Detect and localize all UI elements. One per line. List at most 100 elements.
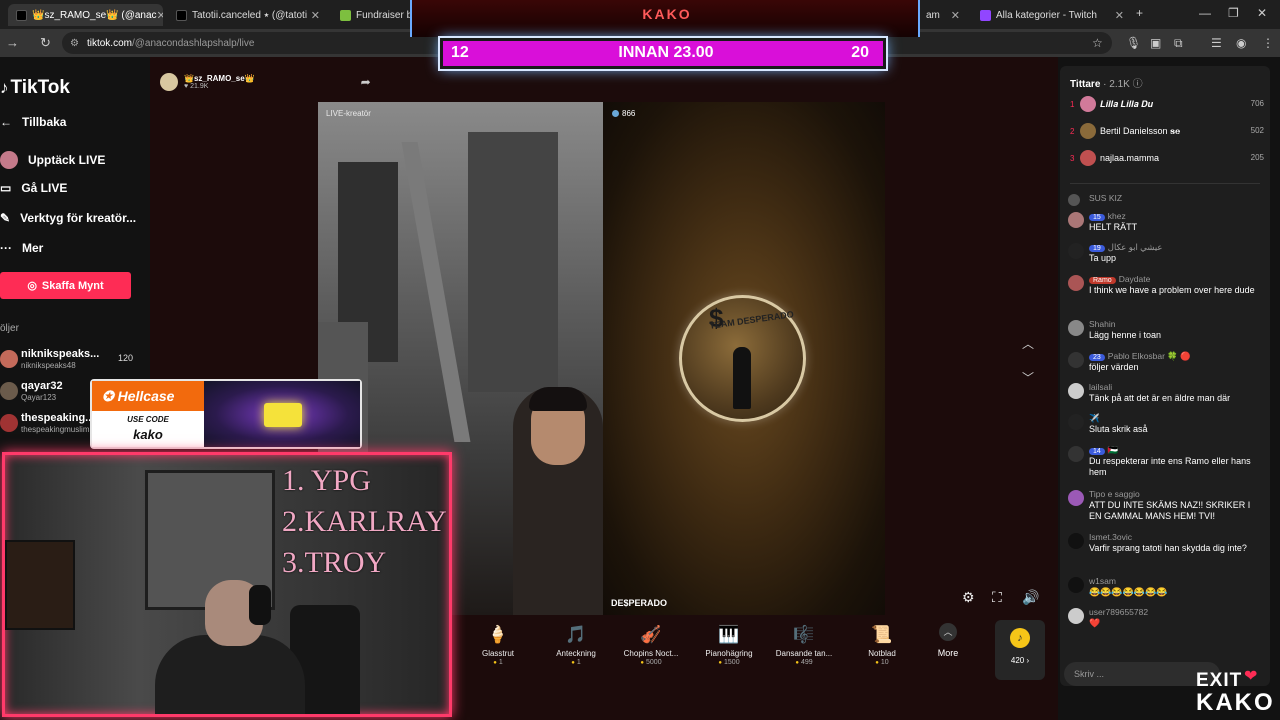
gift-item[interactable]: 🎻 Chopins Noct... 5000 [619,623,683,666]
heart-icon[interactable]: ❤ [1244,666,1257,686]
coin-balance-button[interactable]: ♪ 420 › [995,620,1045,680]
close-icon[interactable]: ✕ [951,9,960,22]
hellcase-ad: ✪ Hellcase USE CODE kako [90,379,362,449]
settings-icon[interactable]: ⚙ [962,589,975,606]
chat-username[interactable]: Shahin [1089,319,1115,329]
reload-icon[interactable]: ↻ [40,35,51,51]
sidebar-item-creator-tools[interactable]: ✎ Verktyg för kreatör... [0,211,136,225]
back-button[interactable]: ← Tillbaka [0,115,66,129]
tab-fundraiser[interactable]: Fundraiser by [332,4,412,26]
coin-balance: 420 › [1010,656,1030,665]
gift-name: Notblad [868,649,896,658]
fan-badge: 14 [1089,448,1105,455]
minimize-icon[interactable]: — [1199,6,1211,20]
gift-item[interactable]: 📜 Notblad 10 [850,623,914,666]
gift-item[interactable]: 🎼 Dansande tan... 499 [772,623,836,666]
reading-list-icon[interactable]: ☰ [1211,36,1222,50]
top-viewer[interactable]: 1 𝑳𝒊𝒍𝒍𝒂 𝑳𝒊𝒍𝒍𝒂 𝑫𝒖 706 [1070,96,1264,116]
opponent-video[interactable]: 866 $ TEAM DESPERADO DE$PERADO [603,102,885,615]
chat-username[interactable]: user789655782 [1089,607,1148,617]
figure [733,347,751,409]
url-path: /@anacondashlapshalp/live [131,37,255,49]
host-info[interactable]: 👑sz_RAMO_se👑 ♥ 21.9K ➦ [160,73,371,91]
viewer-name: Bertil Danielsson 𝐬𝐞 [1100,126,1181,136]
avatar [0,414,18,432]
avatar [160,73,178,91]
extensions-icon[interactable]: ⧉ [1174,36,1183,51]
street [401,142,471,442]
fan-badge: 23 [1089,354,1105,361]
mic-icon[interactable]: 🎙 [1126,36,1141,50]
gift-item[interactable]: 🍦 Glasstrut 1 [466,623,530,666]
volume-icon[interactable]: 🔊 [1022,589,1039,606]
gift-name: Anteckning [556,649,596,658]
gift-icon: 🎻 [640,625,662,644]
chat-username[interactable]: w1sam [1089,576,1116,586]
lightbulb-icon: ✎ [0,211,11,225]
sidebar-item-label: Verktyg för kreatör... [20,211,137,225]
avatar [0,151,18,169]
maximize-icon[interactable]: ❐ [1228,6,1239,20]
bookmark-star-icon[interactable]: ☆ [1092,36,1103,50]
chat-username[interactable]: 14 🇵🇸 [1089,445,1118,456]
info-icon[interactable]: ⓘ [1133,79,1143,90]
chat-username[interactable]: 23 Pablo Elkosbar 🍀 🔴 [1089,351,1191,362]
top-viewer[interactable]: 3 najlaa.mamma 205 [1070,150,1264,170]
gift-item[interactable]: 🎹 Pianohägring 1500 [697,623,761,666]
avatar [1068,490,1084,506]
chat-username[interactable]: ✈️ [1089,413,1100,424]
following-viewer-count: 120 [118,353,134,363]
chat-username[interactable]: lailsali [1089,382,1112,392]
tiktok-note-icon: ♪ [0,78,9,97]
tab-tatoti[interactable]: Tatotii.canceled ⭑ (@tatoti ✕ [168,4,328,26]
avatar [1068,608,1084,624]
chat-text: följer värden [1089,362,1139,372]
hellcase-use-code: USE CODE [127,415,169,424]
following-item[interactable]: niknikspeaks... niknikspeaks48 120 [0,347,145,375]
sidebar-item-go-live[interactable]: ▭ Gå LIVE [0,181,67,195]
top-viewer[interactable]: 2 Bertil Danielsson 𝐬𝐞 502 [1070,123,1264,143]
avatar [1080,150,1096,166]
back-label: Tillbaka [22,115,67,129]
share-icon[interactable]: ➦ [361,75,371,89]
get-coins-button[interactable]: ◎ Skaffa Mynt [0,272,131,299]
viewers-label: Tittare [1070,79,1101,90]
tiktok-logo[interactable]: ♪ TikTok [0,77,70,99]
gift-item[interactable]: 🎵 Anteckning 1 [544,623,608,666]
chat-username[interactable]: 19 عيشي ابو عكال [1089,242,1162,253]
tiktok-icon [16,9,27,21]
gift-icon: 🎹 [718,625,740,644]
site-info-icon[interactable]: ⚙ [70,38,79,49]
close-icon[interactable]: ✕ [1115,9,1124,22]
sidebar-item-more[interactable]: ··· Mer [0,241,43,255]
close-icon[interactable]: ✕ [311,9,320,22]
viewers-header[interactable]: Tittare · 2.1K ⓘ [1070,75,1143,90]
sidebar-item-discover-live[interactable]: Upptäck LIVE [0,151,105,169]
fullscreen-icon[interactable]: ⛶ [992,589,1002,606]
profile-icon[interactable]: ◉ [1236,36,1246,50]
chat-username[interactable]: Ismet.3ovic [1089,532,1132,542]
chevron-down-icon[interactable]: ﹀ [1022,369,1034,386]
avatar [1080,123,1096,139]
tab-tiktok-live[interactable]: 👑sz_RAMO_se👑 (@anac ✕ [8,4,163,26]
chat-username[interactable]: SUS KIZ [1089,193,1122,203]
chat-username[interactable]: 15 khez [1089,211,1126,221]
logo-bottom: KAKO [1196,689,1275,716]
chat-username[interactable]: Tipo e saggio [1089,489,1140,499]
forward-icon[interactable]: → [6,35,19,50]
hellcase-panel: ✪ Hellcase USE CODE kako [92,381,204,447]
more-gifts-button[interactable]: ︿ More [934,623,962,658]
close-icon[interactable]: ✕ [157,9,163,22]
chevron-up-icon[interactable]: ︿ [1022,335,1034,352]
tab-twitch[interactable]: Alla kategorier - Twitch ✕ [972,4,1132,26]
media-icon[interactable]: ▣ [1150,36,1161,50]
viewer-rank: 2 [1070,127,1075,136]
tab-other[interactable]: am ✕ [918,4,968,26]
menu-dots-icon[interactable]: ⋮ [1262,36,1274,50]
hellcase-code: kako [133,427,163,442]
username-text: Pablo Elkosbar 🍀 🔴 [1107,351,1191,361]
chat-username[interactable]: Ramo Daydate [1089,274,1150,284]
close-window-icon[interactable]: ✕ [1257,6,1267,20]
opponent-name[interactable]: DE$PERADO [611,598,667,608]
new-tab-icon[interactable]: + [1136,6,1143,20]
